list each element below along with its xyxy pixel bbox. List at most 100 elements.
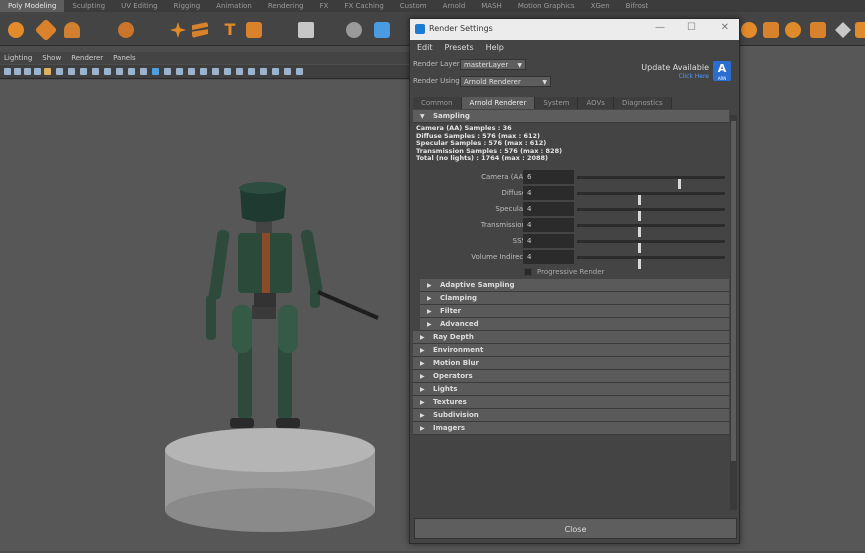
grid-toggle-icon[interactable] [56, 68, 63, 75]
ambient-occlusion-icon[interactable] [224, 68, 231, 75]
section-lights[interactable]: ▶ Lights [413, 382, 729, 396]
param-slider[interactable] [577, 207, 725, 221]
text-tool-icon[interactable]: T [222, 22, 238, 38]
poly-sphere-icon[interactable] [8, 22, 24, 38]
window-titlebar[interactable]: Render Settings — ☐ ✕ [410, 19, 739, 40]
section-clamping[interactable]: ▶ Clamping [420, 291, 729, 305]
shelf-tab-xgen[interactable]: XGen [583, 0, 618, 12]
section-subdivision[interactable]: ▶ Subdivision [413, 408, 729, 422]
panel-menu-show[interactable]: Show [42, 52, 61, 64]
color-management-icon[interactable] [296, 68, 303, 75]
shelf-tab-animation[interactable]: Animation [208, 0, 260, 12]
lighting-icon[interactable] [176, 68, 183, 75]
section-sampling[interactable]: ▼ Sampling [413, 110, 729, 123]
panel-menu-panels[interactable]: Panels [113, 52, 136, 64]
tab-arnold-renderer[interactable]: Arnold Renderer [461, 97, 536, 109]
scrollbar-thumb[interactable] [731, 121, 736, 461]
close-button[interactable]: Close [414, 518, 737, 539]
settings-scrollbar[interactable] [730, 115, 737, 510]
param-value-field[interactable]: 4 [523, 233, 574, 248]
depth-of-field-icon[interactable] [260, 68, 267, 75]
diamond-icon[interactable] [835, 22, 851, 38]
update-click-here-link[interactable]: Click Here [641, 72, 709, 81]
arnold-logo-icon[interactable]: A ARN [713, 61, 731, 81]
render-flag-icon[interactable] [810, 22, 826, 38]
grease-pencil-icon[interactable] [44, 68, 51, 75]
snap-icon[interactable] [346, 22, 362, 38]
pin-icon[interactable] [374, 22, 390, 38]
panel-menu-lighting[interactable]: Lighting [4, 52, 32, 64]
shelf-tab-motion-graphics[interactable]: Motion Graphics [510, 0, 583, 12]
shelf-tab-arnold[interactable]: Arnold [435, 0, 474, 12]
section-environment[interactable]: ▶ Environment [413, 343, 729, 357]
exposure-icon[interactable] [272, 68, 279, 75]
gate-mask-icon[interactable] [92, 68, 99, 75]
param-slider[interactable] [577, 223, 725, 237]
smooth-shade-icon[interactable] [152, 68, 159, 75]
param-slider[interactable] [577, 255, 725, 269]
section-adaptive-sampling[interactable]: ▶ Adaptive Sampling [420, 278, 729, 292]
progressive-render-checkbox[interactable] [524, 267, 532, 276]
section-ray-depth[interactable]: ▶ Ray Depth [413, 330, 729, 344]
render-extra-icon[interactable] [855, 22, 865, 38]
shadows-icon[interactable] [188, 68, 195, 75]
maximize-icon[interactable]: ☐ [687, 22, 696, 33]
tab-diagnostics[interactable]: Diagnostics [613, 97, 672, 109]
param-value-field[interactable]: 6 [523, 169, 574, 184]
render-sphere-icon[interactable] [741, 22, 757, 38]
menu-help[interactable]: Help [486, 40, 504, 56]
textured-icon[interactable] [164, 68, 171, 75]
field-chart-icon[interactable] [104, 68, 111, 75]
section-motion-blur[interactable]: ▶ Motion Blur [413, 356, 729, 370]
svg-tool-icon[interactable] [246, 22, 262, 38]
image-plane-icon[interactable] [34, 68, 41, 75]
tab-system[interactable]: System [535, 97, 579, 109]
isolate-icon[interactable] [212, 68, 219, 75]
section-textures[interactable]: ▶ Textures [413, 395, 729, 409]
camera-attributes-icon[interactable] [14, 68, 21, 75]
shelf-tab-uv-editing[interactable]: UV Editing [113, 0, 166, 12]
minimize-icon[interactable]: — [655, 22, 665, 33]
shelf-tab-rigging[interactable]: Rigging [166, 0, 209, 12]
sparkle-icon[interactable] [170, 22, 186, 38]
shelf-tab-mash[interactable]: MASH [473, 0, 510, 12]
tab-common[interactable]: Common [413, 97, 462, 109]
wireframe-icon[interactable] [140, 68, 147, 75]
poly-platonic-icon[interactable] [118, 22, 134, 38]
render-cube-icon[interactable] [763, 22, 779, 38]
section-imagers[interactable]: ▶ Imagers [413, 421, 729, 435]
menu-presets[interactable]: Presets [445, 40, 474, 56]
shelf-tab-sculpting[interactable]: Sculpting [64, 0, 113, 12]
tab-aovs[interactable]: AOVs [578, 97, 614, 109]
param-value-field[interactable]: 4 [523, 185, 574, 200]
section-filter[interactable]: ▶ Filter [420, 304, 729, 318]
render-ball-icon[interactable] [785, 22, 801, 38]
panel-menu-renderer[interactable]: Renderer [71, 52, 103, 64]
grid-icon[interactable] [298, 22, 314, 38]
param-slider[interactable] [577, 175, 725, 189]
param-slider[interactable] [577, 239, 725, 253]
shelf-tab-poly-modeling[interactable]: Poly Modeling [0, 0, 65, 12]
xray-icon[interactable] [200, 68, 207, 75]
poly-torus-icon[interactable] [64, 22, 80, 38]
param-slider[interactable] [577, 191, 725, 205]
resolution-gate-icon[interactable] [80, 68, 87, 75]
param-value-field[interactable]: 4 [523, 249, 574, 264]
sweep-mesh-icon[interactable] [192, 22, 208, 38]
shelf-tab-custom[interactable]: Custom [392, 0, 435, 12]
menu-edit[interactable]: Edit [417, 40, 433, 56]
safe-title-icon[interactable] [128, 68, 135, 75]
section-advanced[interactable]: ▶ Advanced [420, 317, 729, 331]
gamma-icon[interactable] [284, 68, 291, 75]
param-value-field[interactable]: 4 [523, 217, 574, 232]
motion-blur-icon[interactable] [236, 68, 243, 75]
param-value-field[interactable]: 4 [523, 201, 574, 216]
antialiasing-icon[interactable] [248, 68, 255, 75]
shelf-tab-rendering[interactable]: Rendering [260, 0, 312, 12]
shelf-tab-fx[interactable]: FX [312, 0, 337, 12]
render-layer-dropdown[interactable]: masterLayer ▼ [460, 59, 526, 70]
shelf-tab-bifrost[interactable]: Bifrost [618, 0, 657, 12]
section-operators[interactable]: ▶ Operators [413, 369, 729, 383]
close-icon[interactable]: ✕ [721, 22, 729, 33]
poly-cube-icon[interactable] [34, 18, 58, 42]
